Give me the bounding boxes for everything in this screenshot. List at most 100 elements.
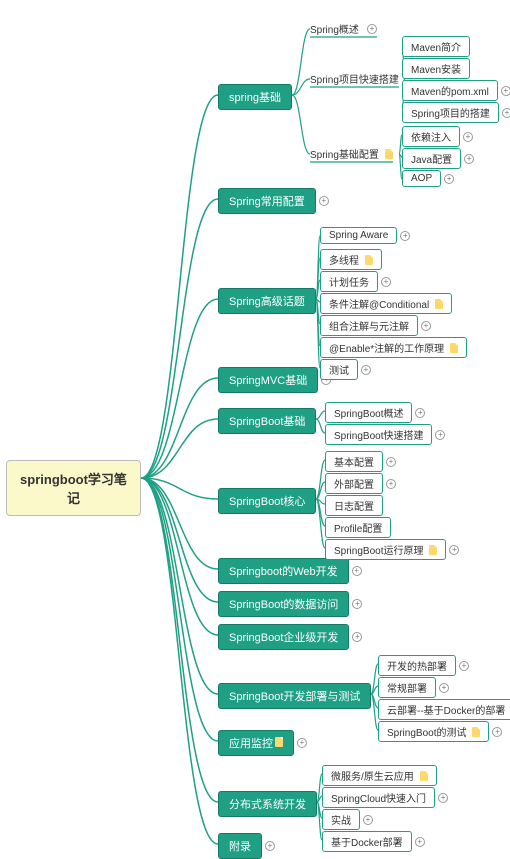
expand-icon[interactable]: +	[319, 196, 329, 206]
leaf-node[interactable]: Maven的pom.xml+	[402, 80, 498, 101]
branch-node[interactable]: SpringBoot核心	[218, 488, 316, 514]
leaf-node[interactable]: 云部署--基于Docker的部署+	[378, 699, 510, 720]
branch-node[interactable]: spring基础	[218, 84, 292, 110]
branch-node[interactable]: SpringBoot企业级开发+	[218, 624, 349, 650]
leaf-node[interactable]: Profile配置	[325, 517, 391, 538]
leaf-label: SpringBoot概述	[334, 405, 403, 420]
leaf-label: SpringBoot的测试	[387, 724, 466, 739]
branch-label: Springboot的Web开发	[229, 566, 338, 578]
leaf-node[interactable]: 测试+	[320, 359, 358, 380]
leaf-node[interactable]: 计划任务+	[320, 271, 378, 292]
leaf-label: 基本配置	[334, 454, 374, 469]
leaf-node[interactable]: Spring项目的搭建+	[402, 102, 499, 123]
expand-icon[interactable]: +	[415, 837, 425, 847]
leaf-node[interactable]: SpringBoot运行原理+	[325, 539, 446, 560]
leaf-label: 常规部署	[387, 680, 427, 695]
branch-node[interactable]: Spring高级话题	[218, 288, 316, 314]
expand-icon[interactable]: +	[459, 661, 469, 671]
expand-icon[interactable]: +	[492, 727, 502, 737]
branch-node[interactable]: SpringBoot开发部署与测试	[218, 683, 371, 709]
leaf-node[interactable]: 实战+	[322, 809, 360, 830]
leaf-label: Spring Aware	[329, 230, 388, 241]
leaf-label: SpringBoot快速搭建	[334, 427, 423, 442]
leaf-node[interactable]: 微服务/原生云应用	[322, 765, 437, 786]
branch-node[interactable]: 应用监控+	[218, 730, 294, 756]
leaf-label: 计划任务	[329, 274, 369, 289]
leaf-label: 组合注解与元注解	[329, 318, 409, 333]
expand-icon[interactable]: +	[352, 599, 362, 609]
expand-icon[interactable]: +	[415, 408, 425, 418]
leaf-node[interactable]: Spring Aware+	[320, 227, 397, 244]
branch-label: 附录	[229, 841, 251, 853]
leaf-node[interactable]: 依赖注入+	[402, 126, 460, 147]
branch-node[interactable]: SpringBoot基础	[218, 408, 316, 434]
expand-icon[interactable]: +	[501, 86, 510, 96]
note-icon	[472, 727, 480, 737]
expand-icon[interactable]: +	[381, 277, 391, 287]
leaf-node[interactable]: SpringBoot的测试+	[378, 721, 489, 742]
leaf-node[interactable]: 外部配置+	[325, 473, 383, 494]
leaf-node[interactable]: SpringBoot概述+	[325, 402, 412, 423]
root-node[interactable]: springboot学习笔记	[6, 460, 141, 516]
expand-icon[interactable]: +	[400, 231, 410, 241]
expand-icon[interactable]: +	[502, 108, 510, 118]
leaf-node[interactable]: 条件注解@Conditional	[320, 293, 452, 314]
note-icon	[429, 545, 437, 555]
expand-icon[interactable]: +	[265, 841, 275, 851]
expand-icon[interactable]: +	[439, 683, 449, 693]
note-icon	[275, 737, 283, 747]
sub-node[interactable]: Spring基础配置	[310, 146, 393, 161]
branch-label: 分布式系统开发	[229, 799, 306, 811]
branch-node[interactable]: Springboot的Web开发+	[218, 558, 349, 584]
expand-icon[interactable]: +	[297, 738, 307, 748]
leaf-label: 多线程	[329, 252, 359, 267]
sub-node[interactable]: Spring项目快速搭建	[310, 71, 399, 86]
expand-icon[interactable]: +	[363, 815, 373, 825]
expand-icon[interactable]: +	[449, 545, 459, 555]
leaf-label: SpringBoot运行原理	[334, 542, 423, 557]
leaf-label: Profile配置	[334, 520, 382, 535]
leaf-node[interactable]: 基本配置+	[325, 451, 383, 472]
expand-icon[interactable]: +	[352, 632, 362, 642]
sub-label: Spring项目快速搭建	[310, 71, 399, 86]
sub-label: Spring概述	[310, 21, 359, 36]
expand-icon[interactable]: +	[444, 174, 454, 184]
leaf-node[interactable]: 基于Docker部署+	[322, 831, 412, 852]
expand-icon[interactable]: +	[352, 566, 362, 576]
leaf-node[interactable]: 多线程	[320, 249, 382, 270]
expand-icon[interactable]: +	[386, 479, 396, 489]
expand-icon[interactable]: +	[464, 154, 474, 164]
branch-label: SpringMVC基础	[229, 375, 307, 387]
leaf-node[interactable]: AOP+	[402, 170, 441, 187]
leaf-node[interactable]: 日志配置	[325, 495, 383, 516]
leaf-node[interactable]: 常规部署+	[378, 677, 436, 698]
branch-node[interactable]: SpringBoot的数据访问+	[218, 591, 349, 617]
sub-label: Spring基础配置	[310, 146, 379, 161]
leaf-node[interactable]: Maven简介	[402, 36, 470, 57]
branch-node[interactable]: 分布式系统开发	[218, 791, 317, 817]
leaf-node[interactable]: Maven安装	[402, 58, 470, 79]
leaf-label: 云部署--基于Docker的部署	[387, 702, 505, 717]
leaf-node[interactable]: 组合注解与元注解+	[320, 315, 418, 336]
branch-label: SpringBoot的数据访问	[229, 599, 338, 611]
leaf-node[interactable]: @Enable*注解的工作原理	[320, 337, 467, 358]
expand-icon[interactable]: +	[435, 430, 445, 440]
expand-icon[interactable]: +	[438, 793, 448, 803]
leaf-label: Java配置	[411, 151, 452, 166]
branch-node[interactable]: SpringMVC基础+	[218, 367, 318, 393]
branch-label: SpringBoot基础	[229, 416, 305, 428]
leaf-node[interactable]: SpringCloud快速入门+	[322, 787, 435, 808]
note-icon	[435, 299, 443, 309]
leaf-node[interactable]: Java配置+	[402, 148, 461, 169]
expand-icon[interactable]: +	[361, 365, 371, 375]
sub-node[interactable]: Spring概述 +	[310, 21, 377, 36]
branch-node[interactable]: Spring常用配置+	[218, 188, 316, 214]
leaf-node[interactable]: SpringBoot快速搭建+	[325, 424, 432, 445]
leaf-node[interactable]: 开发的热部署+	[378, 655, 456, 676]
branch-node[interactable]: 附录+	[218, 833, 262, 859]
expand-icon[interactable]: +	[421, 321, 431, 331]
expand-icon[interactable]: +	[367, 24, 377, 34]
expand-icon[interactable]: +	[386, 457, 396, 467]
note-icon	[365, 255, 373, 265]
expand-icon[interactable]: +	[463, 132, 473, 142]
